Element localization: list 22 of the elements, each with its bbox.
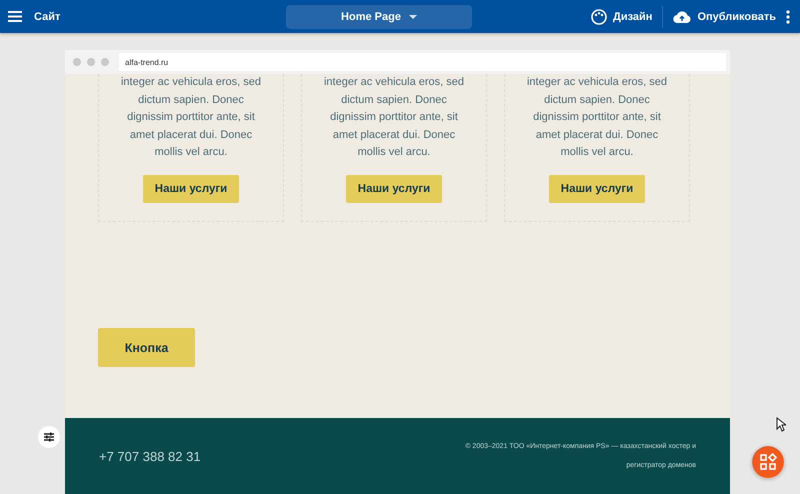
card-text: integer ac vehicula eros, sed dictum sapien. Donec dignissim porttitor ante, sit amet placerat dui. Donec mollis vel arcu. [120,75,262,160]
settings-icon[interactable] [38,426,60,448]
services-button[interactable]: Наши услуги [548,174,646,202]
card-text: integer ac vehicula eros, sed dictum sapien. Donec dignissim porttitor ante, sit amet placerat dui. Donec mollis vel arcu. [322,75,466,160]
main-button[interactable]: Кнопка [98,328,195,367]
menu-icon[interactable] [8,11,22,22]
window-controls-icon [73,58,109,66]
design-button[interactable]: Дизайн [590,8,652,24]
caret-icon [408,14,417,18]
page-selector[interactable]: Home Page [286,4,472,28]
publish-button[interactable]: Опубликовать [673,10,776,24]
address-field[interactable]: alfa-trend.ru [119,53,726,71]
more-icon[interactable] [786,10,790,24]
phone-number: +7 707 388 82 31 [99,448,201,464]
card-text: integer ac vehicula eros, sed dictum sapien. Donec dignissim porttitor ante, sit amet placerat dui. Donec mollis vel arcu. [526,75,668,160]
services-button[interactable]: Наши услуги [346,174,442,202]
palette-icon [590,8,607,24]
cloud-upload-icon [673,10,692,24]
widgets-icon[interactable] [752,446,784,478]
cursor-icon [776,417,786,432]
services-button[interactable]: Наши услуги [142,174,240,202]
site-label[interactable]: Сайт [34,10,60,22]
